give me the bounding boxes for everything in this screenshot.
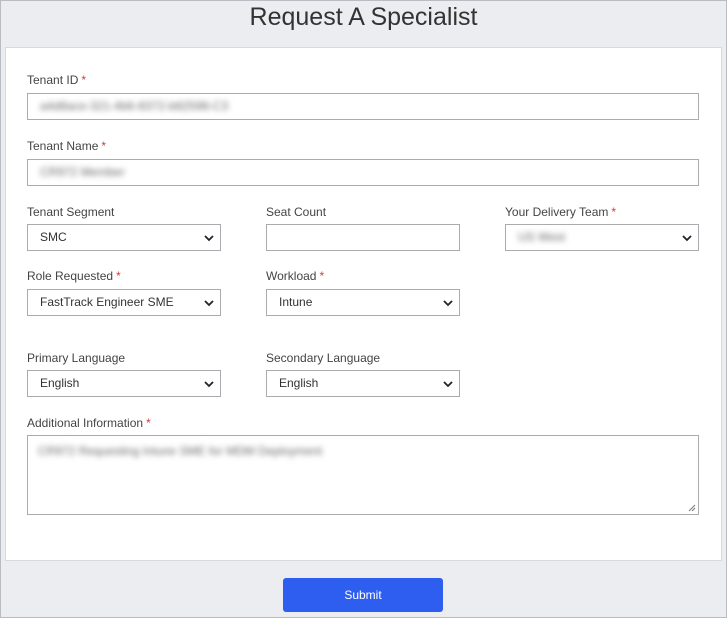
delivery-team-select[interactable]: US West bbox=[505, 224, 699, 251]
secondary-language-select[interactable]: English bbox=[266, 370, 460, 397]
primary-language-select[interactable]: English bbox=[27, 370, 221, 397]
page-title: Request A Specialist bbox=[249, 3, 478, 31]
resize-grip-icon[interactable] bbox=[688, 504, 696, 512]
chevron-down-icon bbox=[204, 235, 214, 242]
chevron-down-icon bbox=[682, 235, 692, 242]
seat-count-input[interactable] bbox=[266, 224, 460, 251]
workload-label: Workload * bbox=[266, 269, 325, 283]
submit-button[interactable]: Submit bbox=[283, 578, 443, 612]
required-mark: * bbox=[81, 73, 87, 87]
additional-info-label: Additional Information * bbox=[27, 416, 151, 430]
request-form-card: Tenant ID * a4d8ace-321-4b6-8372-b82598-C… bbox=[5, 47, 722, 561]
delivery-team-label: Your Delivery Team * bbox=[505, 205, 617, 219]
additional-info-textarea[interactable]: CR972 Requesting Intune SME for MDM Depl… bbox=[27, 435, 699, 515]
required-mark: * bbox=[611, 205, 617, 219]
tenant-id-input[interactable]: a4d8ace-321-4b6-8372-b82598-C3 bbox=[27, 93, 699, 120]
chevron-down-icon bbox=[443, 381, 453, 388]
required-mark: * bbox=[319, 269, 325, 283]
role-requested-label: Role Requested * bbox=[27, 269, 121, 283]
tenant-id-label: Tenant ID * bbox=[27, 73, 87, 87]
workload-select[interactable]: Intune bbox=[266, 289, 460, 316]
tenant-name-input[interactable]: CR972 Member bbox=[27, 159, 699, 186]
tenant-segment-label: Tenant Segment bbox=[27, 205, 115, 219]
chevron-down-icon bbox=[204, 381, 214, 388]
tenant-segment-select[interactable]: SMC bbox=[27, 224, 221, 251]
secondary-language-label: Secondary Language bbox=[266, 351, 381, 365]
tenant-name-label: Tenant Name * bbox=[27, 139, 107, 153]
seat-count-label: Seat Count bbox=[266, 205, 327, 219]
chevron-down-icon bbox=[443, 300, 453, 307]
required-mark: * bbox=[101, 139, 107, 153]
required-mark: * bbox=[116, 269, 121, 283]
primary-language-label: Primary Language bbox=[27, 351, 126, 365]
required-mark: * bbox=[146, 416, 151, 430]
role-requested-select[interactable]: FastTrack Engineer SME bbox=[27, 289, 221, 316]
chevron-down-icon bbox=[204, 300, 214, 307]
